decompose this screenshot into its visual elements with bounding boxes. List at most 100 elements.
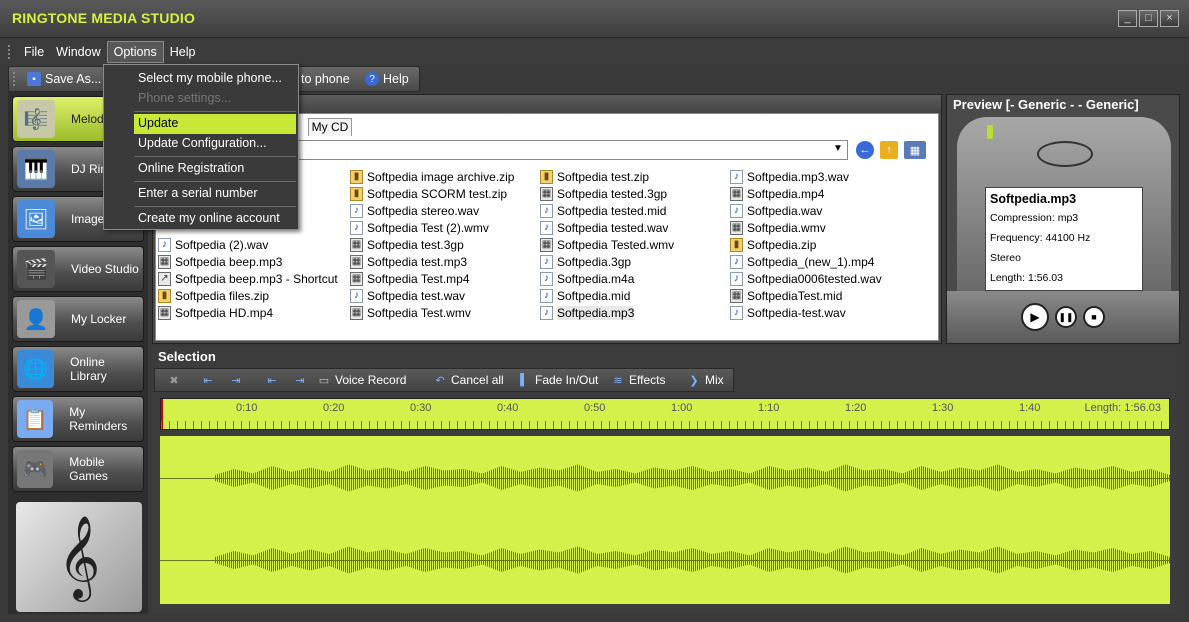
- file-item[interactable]: ▮ Softpedia files.zip: [158, 287, 338, 304]
- file-item[interactable]: ▮ Softpedia image archive.zip: [350, 168, 514, 185]
- menu-window[interactable]: Window: [50, 42, 106, 62]
- waveform-channel-left: [215, 463, 1170, 493]
- menu-select-phone[interactable]: Select my mobile phone...: [134, 69, 296, 89]
- file-item[interactable]: ▦ SoftpediaTest.mid: [730, 287, 882, 304]
- back-icon[interactable]: ←: [856, 141, 874, 159]
- stop-button[interactable]: ■: [1083, 306, 1105, 328]
- file-item[interactable]: ♪ Softpedia.wav: [730, 202, 882, 219]
- goto-start-button[interactable]: ⇤: [265, 373, 279, 387]
- file-name: Softpedia tested.3gp: [557, 186, 668, 201]
- file-item[interactable]: ♪ Softpedia_(new_1).mp4: [730, 253, 882, 270]
- minimize-button[interactable]: _: [1118, 10, 1137, 27]
- video-file-icon: ▦: [540, 237, 553, 252]
- length-label: Length: 1:56.03: [1084, 402, 1161, 414]
- file-name: Softpedia_(new_1).mp4: [747, 254, 875, 269]
- preview-title: Preview [- Generic - - Generic]: [953, 97, 1139, 112]
- file-item[interactable]: ▦ Softpedia Test.wmv: [350, 304, 514, 321]
- file-item-selected[interactable]: ♪ Softpedia.mp3: [540, 304, 674, 321]
- menu-help[interactable]: Help: [164, 42, 202, 62]
- menu-online-registration[interactable]: Online Registration: [134, 159, 296, 179]
- menu-update[interactable]: Update: [134, 114, 296, 134]
- sidebar-item-video-studio[interactable]: 🎬 Video Studio: [12, 246, 144, 292]
- help-button[interactable]: ? Help: [359, 70, 415, 88]
- music-file-icon: ♪: [540, 305, 553, 320]
- fade-button[interactable]: ▌ Fade In/Out: [517, 373, 598, 387]
- video-file-icon: ▦: [540, 186, 553, 201]
- fade-icon: ▌: [520, 374, 528, 386]
- menu-file[interactable]: File: [18, 42, 50, 62]
- voice-record-label: Voice Record: [335, 373, 407, 387]
- file-item[interactable]: ♪ Softpedia tested.mid: [540, 202, 674, 219]
- close-button[interactable]: ×: [1160, 10, 1179, 27]
- menu-options[interactable]: Options: [106, 41, 164, 63]
- file-item[interactable]: ▦ Softpedia.mp4: [730, 185, 882, 202]
- file-item[interactable]: ♪ Softpedia (2).wav: [158, 236, 338, 253]
- file-item[interactable]: ▮ Softpedia SCORM test.zip: [350, 185, 514, 202]
- file-item[interactable]: ▦ Softpedia test.3gp: [350, 236, 514, 253]
- file-item[interactable]: ♪ Softpedia Test (2).wmv: [350, 219, 514, 236]
- save-as-button[interactable]: ▪ Save As...: [21, 70, 107, 88]
- to-phone-label: to phone: [301, 72, 350, 86]
- file-item[interactable]: ♪ Softpedia.mid: [540, 287, 674, 304]
- sidebar-item-mobile-games[interactable]: 🎮 Mobile Games: [12, 446, 144, 492]
- file-item[interactable]: ♪ Softpedia0006tested.wav: [730, 270, 882, 287]
- menu-update-config[interactable]: Update Configuration...: [134, 134, 296, 154]
- file-item[interactable]: ▮ Softpedia test.zip: [540, 168, 674, 185]
- file-item[interactable]: ♪ Softpedia.mp3.wav: [730, 168, 882, 185]
- file-item[interactable]: ▦ Softpedia HD.mp4: [158, 304, 338, 321]
- file-item[interactable]: ▦ Softpedia Test.mp4: [350, 270, 514, 287]
- music-file-icon: ♪: [730, 169, 743, 184]
- video-file-icon: ▦: [350, 271, 363, 286]
- menu-bar: File Window Options Help: [0, 40, 1189, 64]
- file-item[interactable]: ▦ Softpedia test.mp3: [350, 253, 514, 270]
- waveform-right: [215, 546, 1170, 574]
- file-item[interactable]: ♪ Softpedia-test.wav: [730, 304, 882, 321]
- zip-file-icon: ▮: [158, 288, 171, 303]
- mark-start-button[interactable]: ⇤: [201, 373, 215, 387]
- goto-end-button[interactable]: ⇥: [293, 373, 307, 387]
- file-name: Softpedia.3gp: [557, 254, 632, 269]
- file-column-2: ▮ Softpedia image archive.zip ▮ Softpedia …: [350, 168, 514, 321]
- waveform-area[interactable]: [160, 436, 1170, 604]
- play-button[interactable]: ▶: [1021, 303, 1049, 331]
- to-phone-button[interactable]: to phone: [295, 70, 356, 88]
- menu-serial-number[interactable]: Enter a serial number: [134, 184, 296, 204]
- mark-end-button[interactable]: ⇥: [229, 373, 243, 387]
- mix-button[interactable]: ❯ Mix: [687, 373, 723, 387]
- file-item[interactable]: ♪ Softpedia stereo.wav: [350, 202, 514, 219]
- sidebar-item-my-locker[interactable]: 👤 My Locker: [12, 296, 144, 342]
- voice-record-button[interactable]: ▭ Voice Record: [317, 373, 407, 387]
- file-item[interactable]: ▮ Softpedia.zip: [730, 236, 882, 253]
- file-item[interactable]: ♪ Softpedia test.wav: [350, 287, 514, 304]
- view-menu-icon[interactable]: ▦: [904, 141, 926, 159]
- chevron-down-icon[interactable]: ▼: [831, 143, 845, 157]
- ruler-tick-label: 0:10: [236, 402, 258, 414]
- selection-toolbar: ✖ ⇤ ⇥ ⇤ ⇥ ▭ Voice Record ↶ Cancel all ▌ Fad…: [154, 368, 734, 392]
- file-item[interactable]: ♪ Softpedia.3gp: [540, 253, 674, 270]
- video-file-icon: ▦: [158, 305, 171, 320]
- tab-my-cd[interactable]: My CD: [308, 118, 352, 136]
- file-item[interactable]: ♪ Softpedia.m4a: [540, 270, 674, 287]
- time-ruler[interactable]: 0:10 0:20 0:30 0:40 0:50 1:00 1:10 1:20 …: [160, 398, 1170, 430]
- file-item[interactable]: ↗ Softpedia beep.mp3 - Shortcut: [158, 270, 338, 287]
- effects-button[interactable]: ≋ Effects: [611, 373, 665, 387]
- pause-button[interactable]: ❚❚: [1055, 306, 1077, 328]
- file-name: Softpedia Tested.wmv: [557, 237, 675, 252]
- phone-led: [987, 125, 993, 139]
- file-item[interactable]: ▦ Softpedia beep.mp3: [158, 253, 338, 270]
- delete-button[interactable]: ✖: [167, 373, 181, 387]
- gamepad-icon: 🎮: [17, 450, 54, 488]
- file-item[interactable]: ▦ Softpedia Tested.wmv: [540, 236, 674, 253]
- menu-create-account[interactable]: Create my online account: [134, 209, 296, 229]
- playback-controls: ▶ ❚❚ ■: [947, 291, 1179, 343]
- file-item[interactable]: ♪ Softpedia tested.wav: [540, 219, 674, 236]
- folder-up-icon[interactable]: ↑: [880, 141, 898, 159]
- file-item[interactable]: ▦ Softpedia tested.3gp: [540, 185, 674, 202]
- file-name: Softpedia.mp3.wav: [747, 169, 850, 184]
- sidebar-item-my-reminders[interactable]: 📋 My Reminders: [12, 396, 144, 442]
- maximize-button[interactable]: □: [1139, 10, 1158, 27]
- cancel-all-button[interactable]: ↶ Cancel all: [433, 373, 503, 387]
- sidebar-item-online-library[interactable]: 🌐 Online Library: [12, 346, 144, 392]
- file-item[interactable]: ▦ Softpedia.wmv: [730, 219, 882, 236]
- delete-icon: ✖: [169, 374, 179, 387]
